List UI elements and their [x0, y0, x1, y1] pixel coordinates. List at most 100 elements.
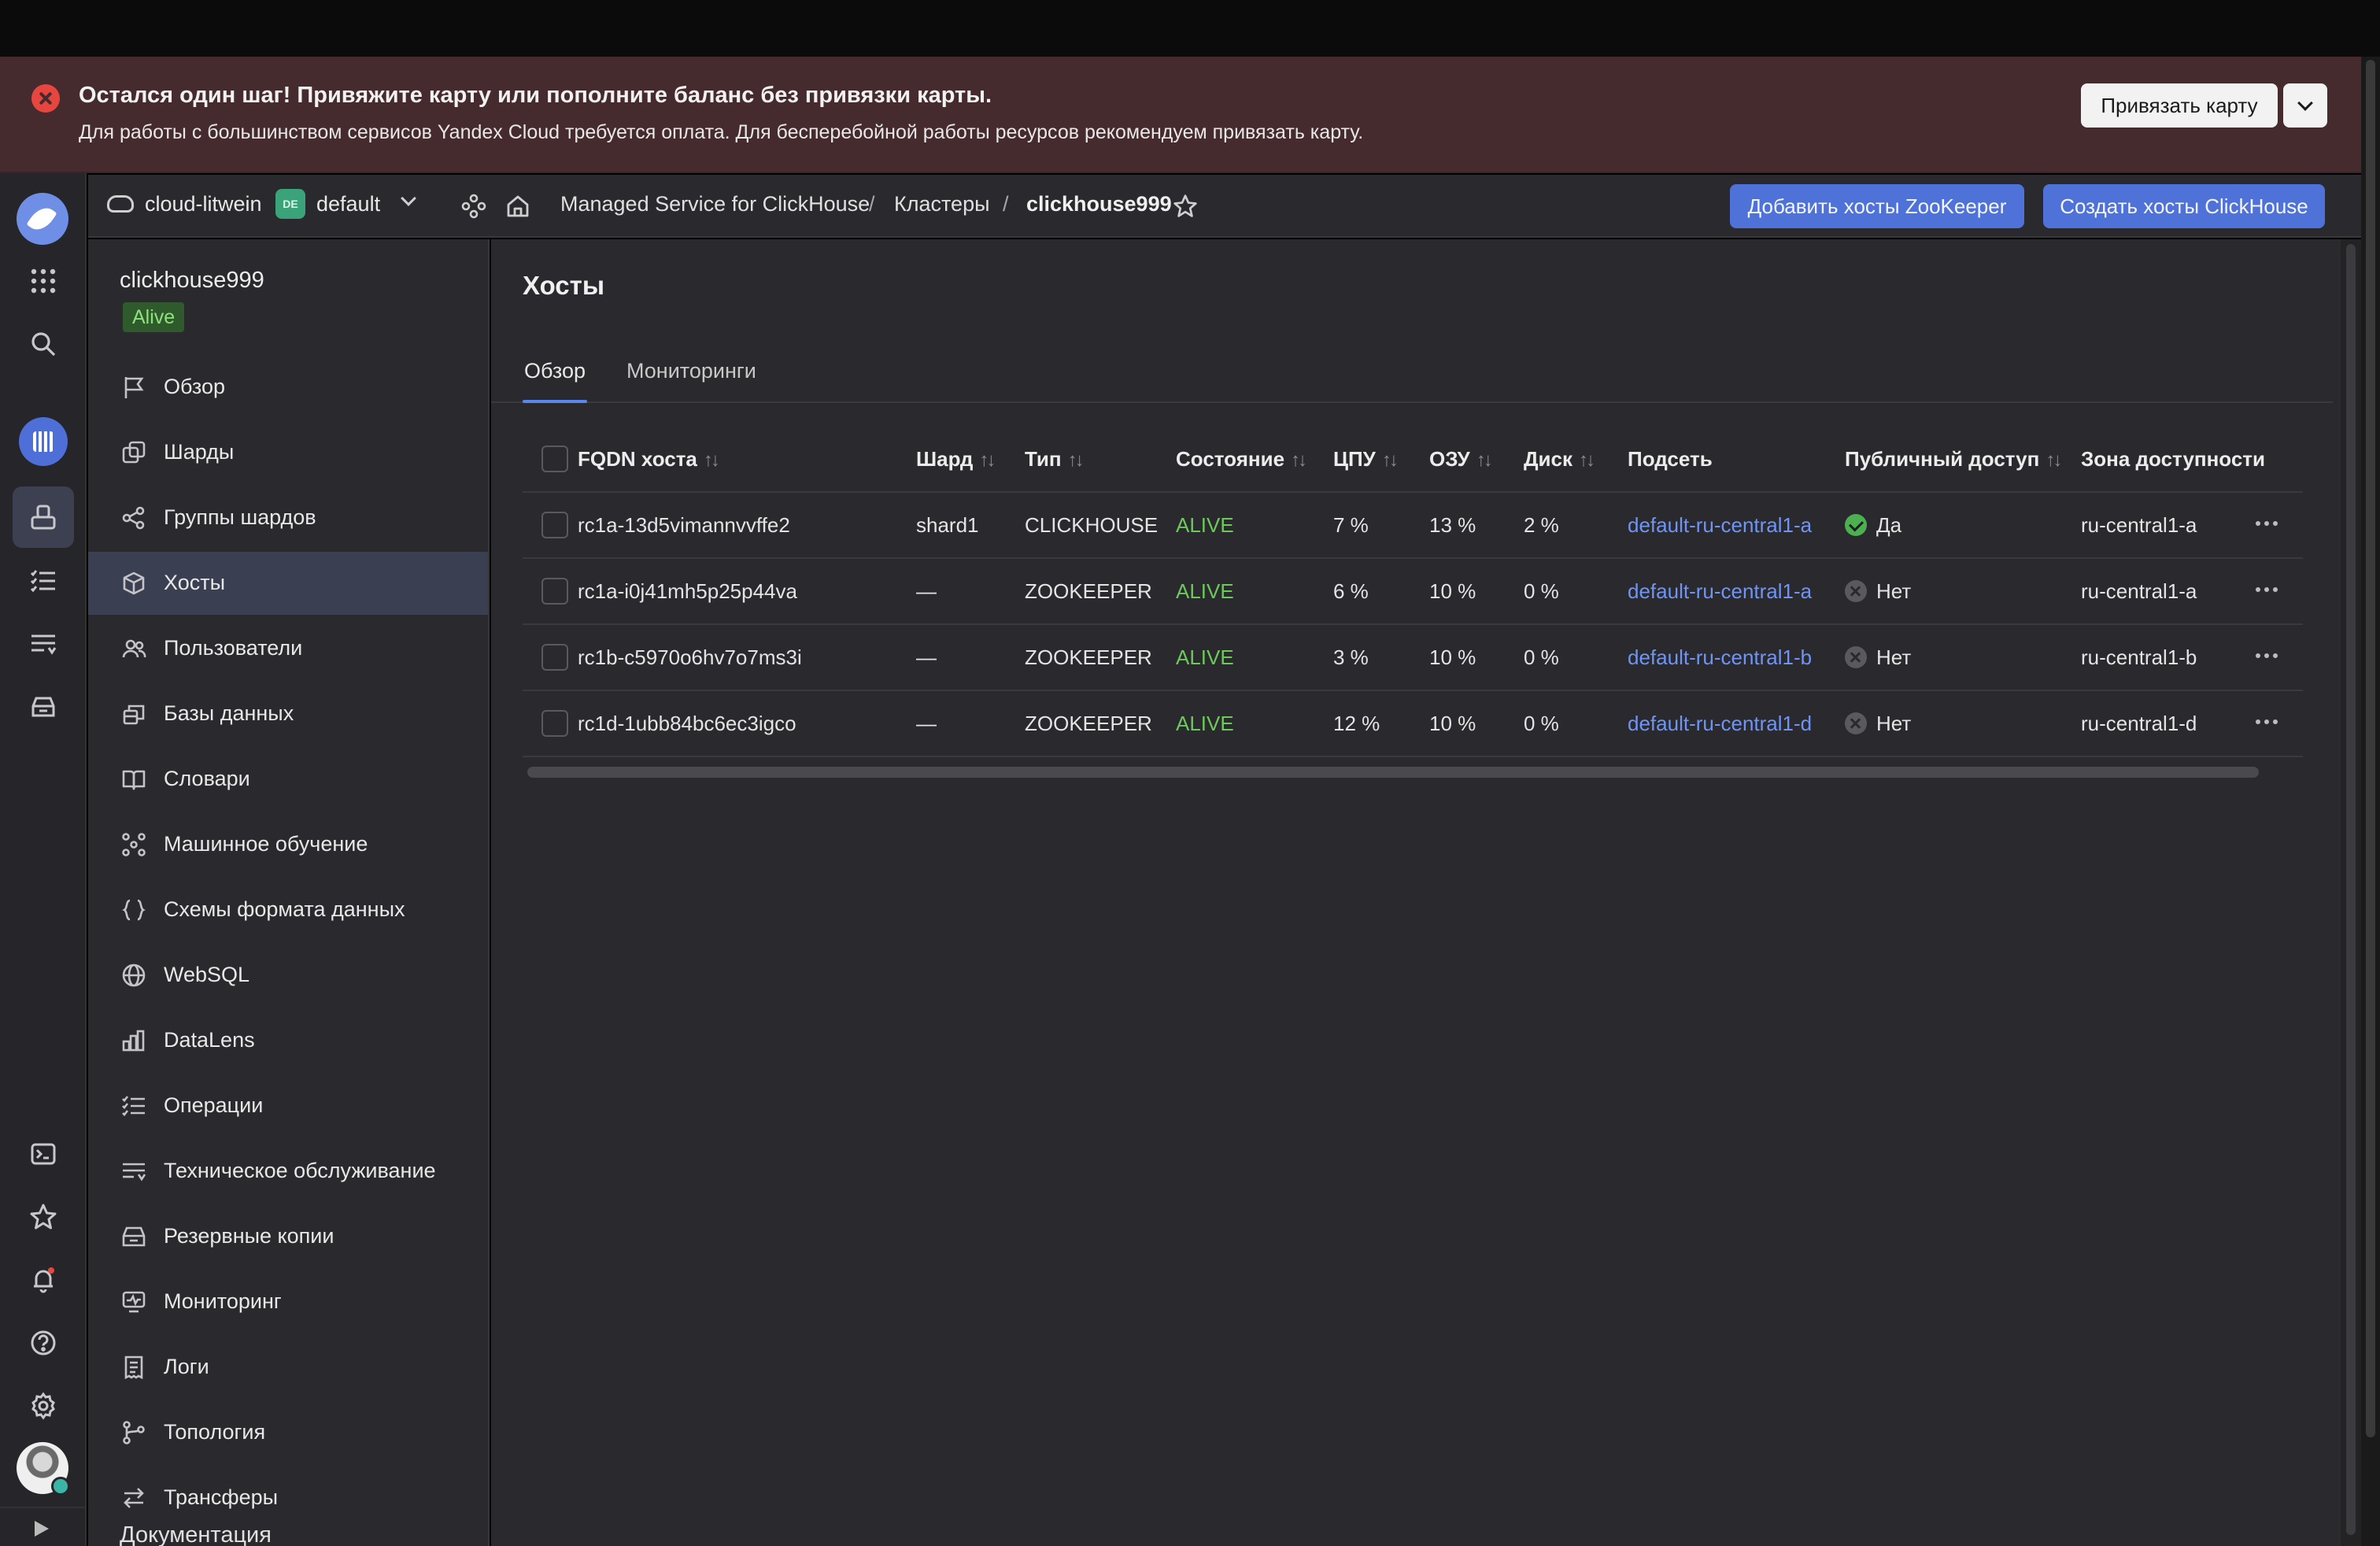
column-header[interactable]: Диск ↑↓	[1524, 447, 1595, 472]
tab-overview[interactable]: Обзор	[524, 359, 586, 383]
cell-type: ZOOKEEPER	[1025, 712, 1152, 735]
content-scrollbar-thumb[interactable]	[2346, 244, 2356, 1535]
cell-subnet[interactable]: default-ru-central1-a	[1628, 513, 1812, 538]
yandex-cloud-logo-icon[interactable]	[17, 193, 68, 245]
cell-disk: 0 %	[1524, 712, 1559, 735]
table-row[interactable]: rc1a-i0j41mh5p25p44va — ZOOKEEPER ALIVE 6 % 1…	[523, 559, 2303, 625]
create-clickhouse-hosts-button[interactable]: Создать хосты ClickHouse	[2043, 184, 2325, 228]
sort-icon[interactable]: ↑↓	[1068, 449, 1085, 472]
sort-icon[interactable]: ↑↓	[1291, 449, 1307, 472]
sidebar-item[interactable]: Операции	[88, 1074, 488, 1137]
tab-monitoring[interactable]: Мониторинги	[626, 359, 756, 383]
operations-list-icon[interactable]	[24, 562, 62, 600]
column-header[interactable]: Шард ↑↓	[916, 447, 996, 472]
documentation-link[interactable]: Документация	[120, 1522, 272, 1546]
sidebar-item[interactable]: DataLens	[88, 1009, 488, 1072]
table-header-row: FQDN хоста ↑↓ Шард ↑↓ Тип ↑↓ Состояние ↑↓ ЦПУ ↑↓ О…	[523, 427, 2303, 493]
cell-subnet[interactable]: default-ru-central1-a	[1628, 579, 1812, 604]
cell-subnet[interactable]: default-ru-central1-b	[1628, 645, 1812, 670]
cell-fqdn: rc1a-13d5vimannvvffe2	[578, 513, 790, 537]
sidebar-item[interactable]: Группы шардов	[88, 486, 488, 549]
row-actions-menu-icon[interactable]	[2256, 719, 2278, 724]
user-avatar[interactable]	[17, 1442, 70, 1496]
sidebar-item[interactable]: WebSQL	[88, 944, 488, 1007]
bind-card-dropdown-button[interactable]	[2283, 83, 2327, 128]
backups-rail-icon[interactable]	[24, 688, 62, 726]
clusters-icon[interactable]	[13, 486, 74, 548]
row-actions-menu-icon[interactable]	[2256, 587, 2278, 592]
sidebar-item[interactable]: Пользователи	[88, 617, 488, 680]
sidebar-item[interactable]: Базы данных	[88, 682, 488, 745]
sort-icon[interactable]: ↑↓	[979, 449, 996, 472]
sidebar-item[interactable]: Схемы формата данных	[88, 878, 488, 941]
sidebar-item[interactable]: Трансферы	[88, 1466, 488, 1529]
sidebar-item[interactable]: Логи	[88, 1336, 488, 1399]
column-header[interactable]: ОЗУ ↑↓	[1429, 447, 1493, 472]
row-actions-menu-icon[interactable]	[2256, 521, 2278, 526]
bind-card-button[interactable]: Привязать карту	[2081, 83, 2278, 128]
sort-icon[interactable]: ↑↓	[2046, 449, 2062, 472]
sort-icon[interactable]: ↑↓	[1579, 449, 1595, 472]
column-header[interactable]: Состояние ↑↓	[1176, 447, 1307, 472]
table-row[interactable]: rc1b-c5970o6hv7o7ms3i — ZOOKEEPER ALIVE 3 % 1…	[523, 625, 2303, 691]
column-header[interactable]: Тип ↑↓	[1025, 447, 1085, 472]
favorite-star-icon[interactable]	[1170, 190, 1201, 222]
settings-gear-icon[interactable]	[24, 1387, 62, 1425]
table-row[interactable]: rc1d-1ubb84bc6ec3igco — ZOOKEEPER ALIVE 12 %…	[523, 691, 2303, 757]
home-icon[interactable]	[502, 190, 534, 222]
table-horizontal-scrollbar[interactable]	[527, 767, 2259, 778]
sidebar-item[interactable]: Хосты	[88, 552, 488, 615]
row-checkbox[interactable]	[541, 578, 568, 605]
column-header[interactable]: Публичный доступ ↑↓	[1845, 447, 2062, 472]
cloud-name[interactable]: cloud-litwein	[145, 192, 262, 216]
expand-rail-icon[interactable]	[35, 1521, 49, 1537]
page-scrollbar-thumb[interactable]	[2366, 60, 2375, 1437]
sidebar-item[interactable]: Обзор	[88, 356, 488, 419]
cell-disk: 0 %	[1524, 645, 1559, 669]
maintenance-icon	[120, 1157, 148, 1185]
folder-chevron-down-icon[interactable]	[401, 190, 416, 208]
sort-icon[interactable]: ↑↓	[1382, 449, 1399, 472]
cell-zone: ru-central1-b	[2081, 645, 2197, 669]
cell-subnet[interactable]: default-ru-central1-d	[1628, 712, 1812, 736]
terminal-icon[interactable]	[24, 1135, 62, 1173]
cell-shard: —	[916, 645, 937, 669]
services-graph-icon[interactable]	[458, 190, 490, 222]
sidebar-item[interactable]: Шарды	[88, 421, 488, 484]
notifications-bell-icon[interactable]	[24, 1261, 62, 1299]
cell-ram: 10 %	[1429, 645, 1476, 669]
select-all-checkbox[interactable]	[541, 446, 568, 472]
sidebar-item[interactable]: Резервные копии	[88, 1205, 488, 1268]
sidebar-item[interactable]: Техническое обслуживание	[88, 1140, 488, 1203]
sort-icon[interactable]: ↑↓	[704, 449, 720, 472]
column-header[interactable]: ЦПУ ↑↓	[1333, 447, 1399, 472]
maintenance-rail-icon[interactable]	[24, 625, 62, 663]
sidebar-item[interactable]: Топология	[88, 1401, 488, 1464]
row-checkbox[interactable]	[541, 644, 568, 671]
row-checkbox[interactable]	[541, 710, 568, 737]
column-header[interactable]: FQDN хоста ↑↓	[578, 447, 720, 472]
sidebar-item-label: Шарды	[164, 440, 235, 464]
add-zookeeper-hosts-button[interactable]: Добавить хосты ZooKeeper	[1730, 184, 2024, 228]
search-icon[interactable]	[24, 325, 62, 363]
help-icon[interactable]	[24, 1324, 62, 1362]
book-icon	[120, 765, 148, 793]
sidebar-item[interactable]: Машинное обучение	[88, 813, 488, 876]
breadcrumb-clusters[interactable]: Кластеры	[894, 192, 990, 216]
row-actions-menu-icon[interactable]	[2256, 653, 2278, 658]
row-checkbox[interactable]	[541, 512, 568, 538]
sort-icon[interactable]: ↑↓	[1476, 449, 1493, 472]
table-row[interactable]: rc1a-13d5vimannvvffe2 shard1 CLICKHOUSE ALI…	[523, 493, 2303, 559]
favorites-star-icon[interactable]	[24, 1198, 62, 1236]
all-services-icon[interactable]	[24, 262, 62, 300]
shards-icon	[120, 438, 148, 467]
sidebar-item[interactable]: Словари	[88, 748, 488, 811]
main-content: Хосты Обзор Мониторинги FQDN хоста ↑↓ Шард…	[491, 239, 2361, 1546]
monitor-icon	[120, 1288, 148, 1316]
breadcrumb-service[interactable]: Managed Service for ClickHouse	[560, 192, 870, 216]
page-scrollbar[interactable]	[2361, 57, 2380, 1546]
clickhouse-service-icon[interactable]	[19, 417, 68, 466]
folder-name[interactable]: default	[316, 192, 380, 216]
sidebar-item[interactable]: Мониторинг	[88, 1270, 488, 1333]
content-scrollbar[interactable]	[2341, 239, 2361, 1546]
